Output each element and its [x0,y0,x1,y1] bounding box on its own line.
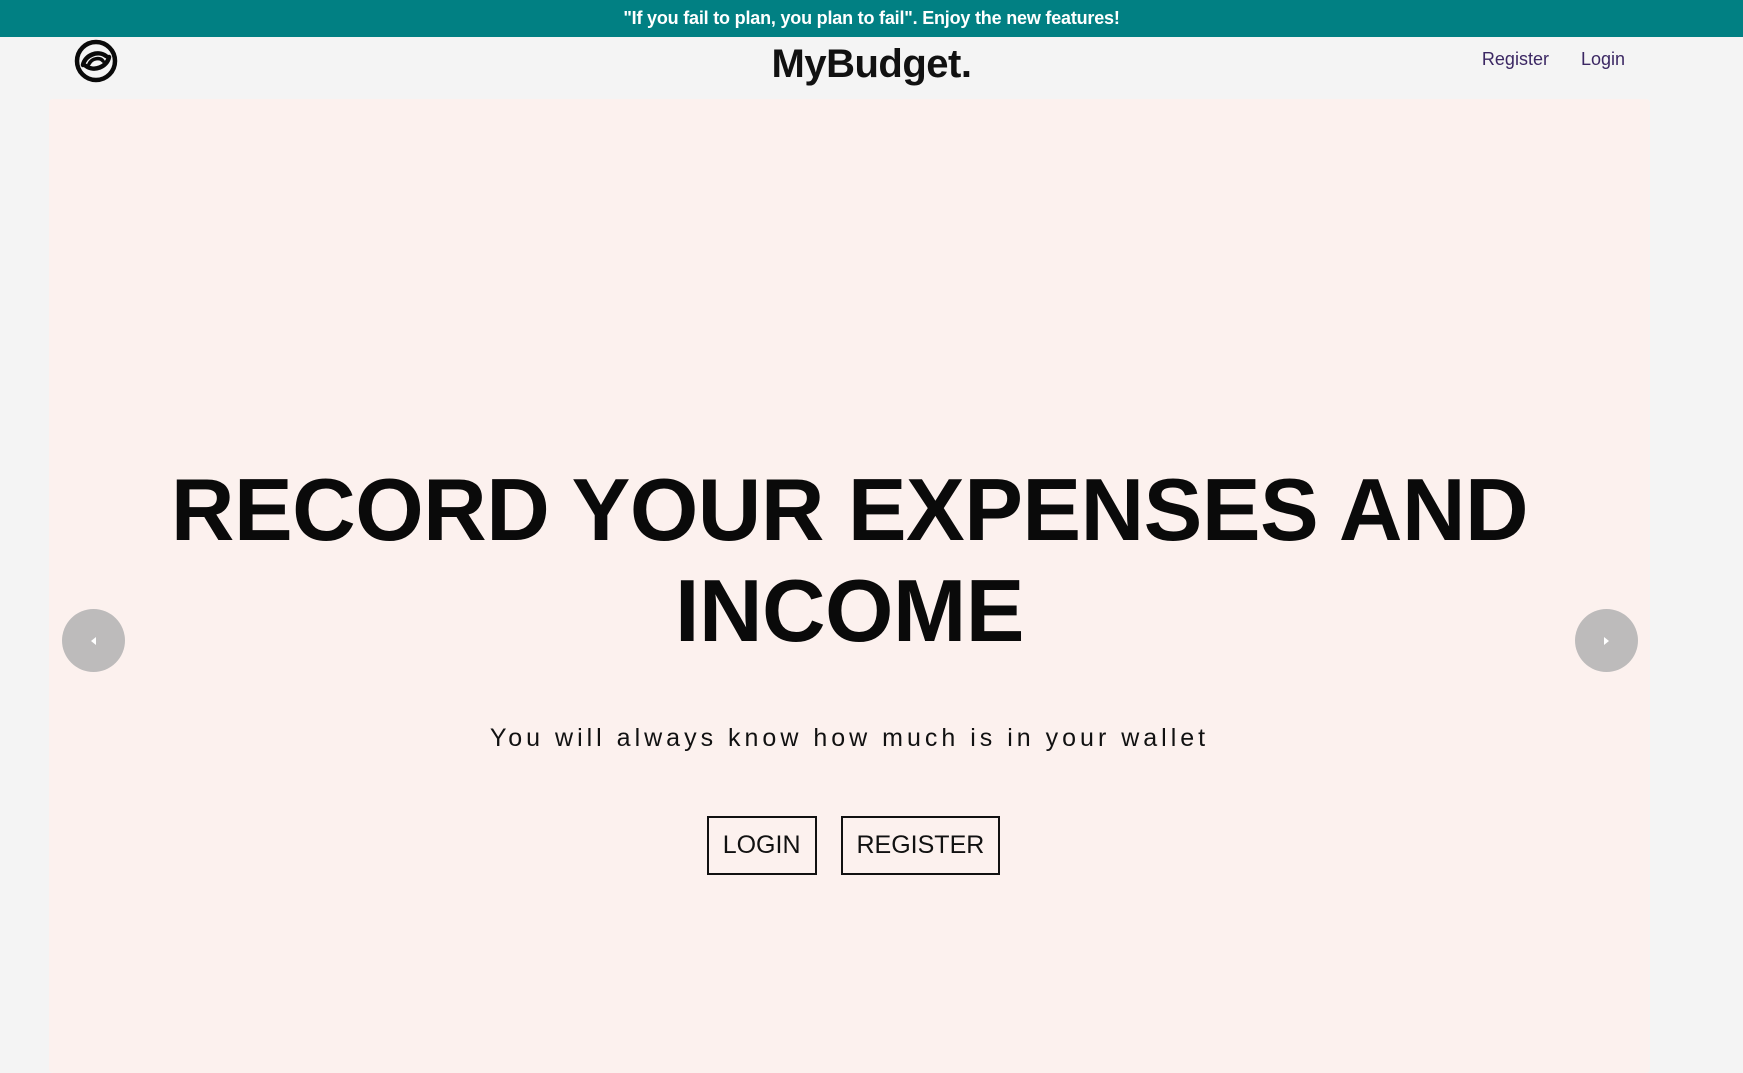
nav-login-link[interactable]: Login [1581,49,1625,70]
hero-title: RECORD YOUR EXPENSES AND INCOME [170,460,1529,660]
login-button[interactable]: LOGIN [706,816,817,875]
nav-links: Register Login [1482,49,1625,70]
hero-subtitle: You will always know how much is in your… [489,724,1210,752]
announcement-text: "If you fail to plan, you plan to fail".… [623,8,1120,28]
carousel-next-button[interactable] [1575,609,1638,672]
hero-buttons: LOGIN REGISTER [49,816,1650,875]
chevron-right-icon [1604,636,1609,645]
carousel-prev-button[interactable] [62,609,125,672]
announcement-bar: "If you fail to plan, you plan to fail".… [0,0,1743,37]
nav-register-link[interactable]: Register [1482,49,1549,70]
chevron-left-icon [91,636,96,645]
register-button[interactable]: REGISTER [840,816,1001,875]
hero-carousel: RECORD YOUR EXPENSES AND INCOME You will… [49,99,1650,1073]
navbar: MyBudget. Register Login [0,37,1743,87]
